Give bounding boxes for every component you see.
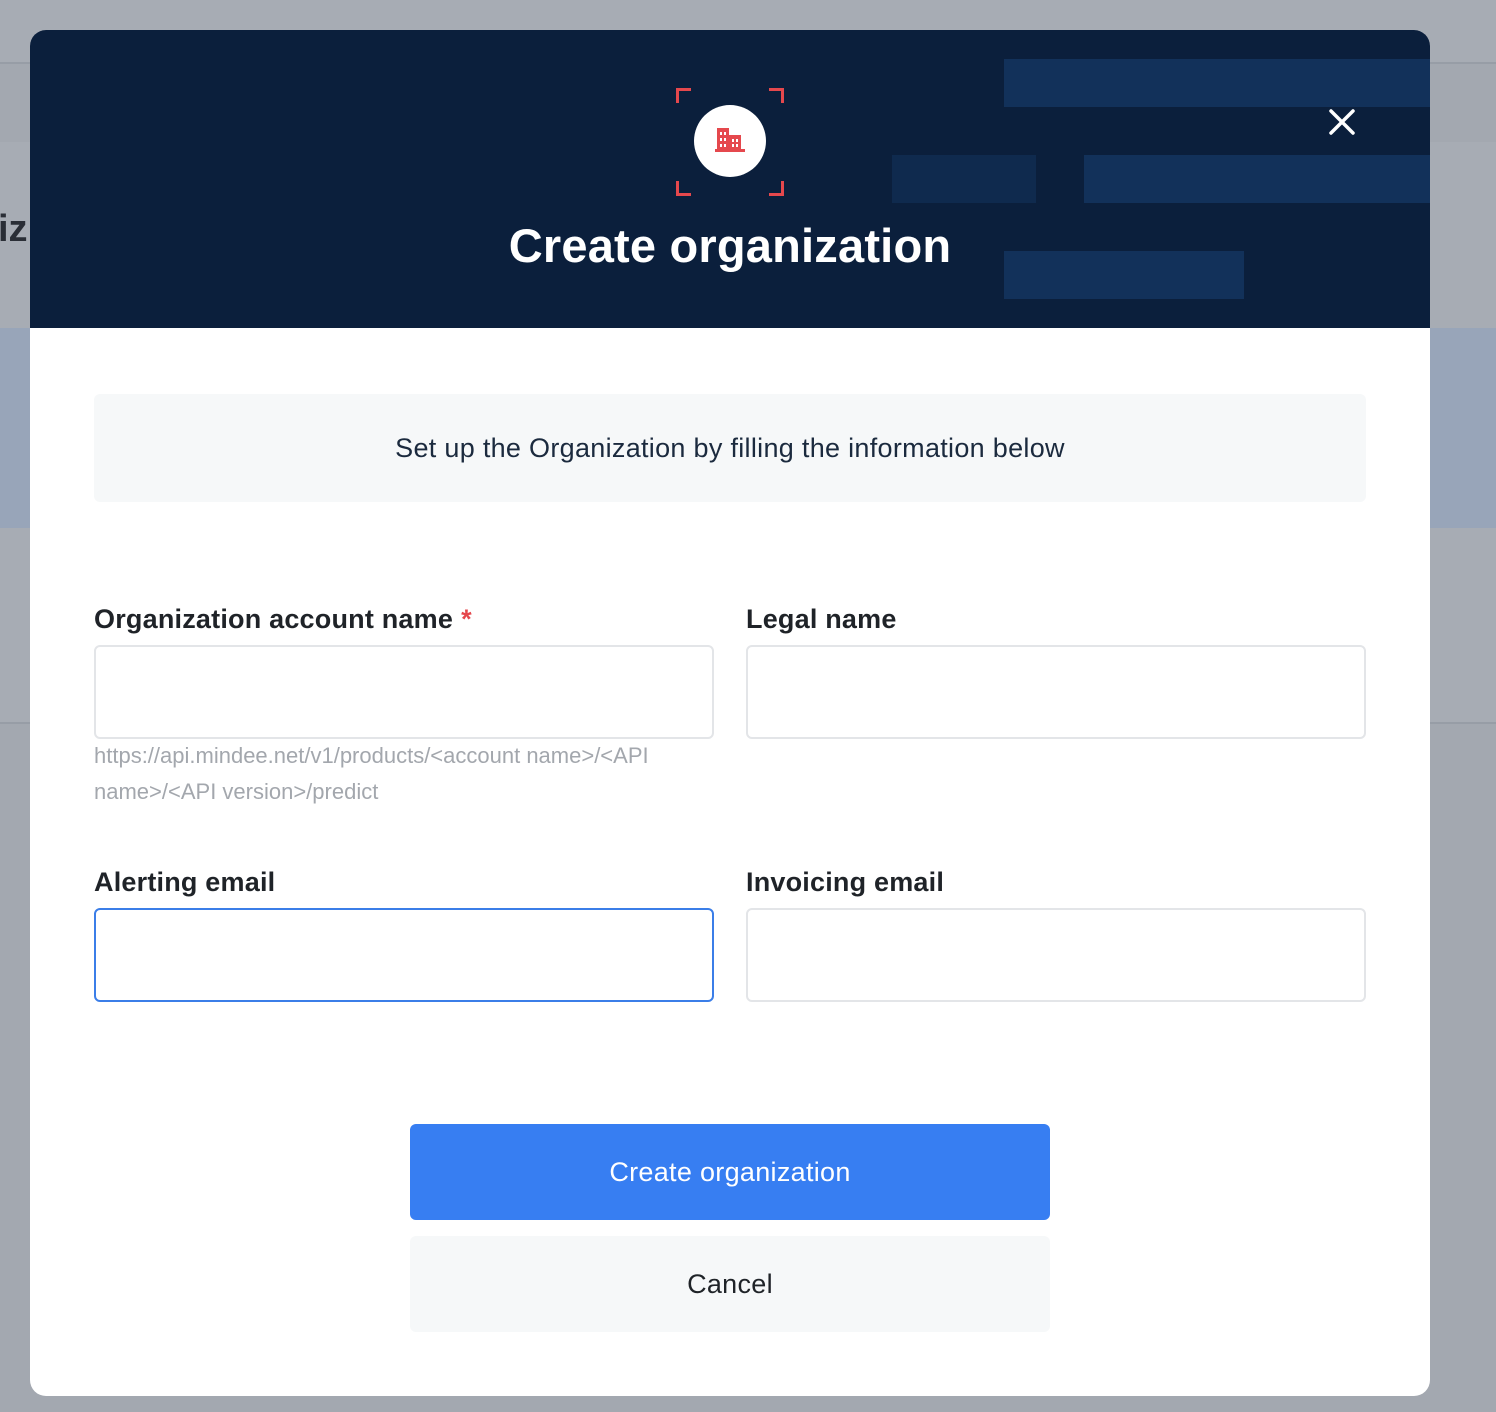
account-name-hint: https://api.mindee.net/v1/products/<acco… <box>94 743 649 804</box>
modal-title: Create organization <box>508 219 952 272</box>
info-text: Set up the Organization by filling the i… <box>395 432 1065 463</box>
header-decoration <box>1084 155 1430 203</box>
close-icon[interactable] <box>1320 109 1364 148</box>
required-marker: * <box>461 604 472 634</box>
invoicing-email-input[interactable] <box>746 908 1366 1002</box>
legal-name-label: Legal name <box>746 604 897 634</box>
background-heading: iz <box>0 208 28 250</box>
focus-corner <box>676 88 691 103</box>
info-banner: Set up the Organization by filling the i… <box>94 394 1366 502</box>
legal-name-input[interactable] <box>746 645 1366 739</box>
header-decoration <box>1004 59 1430 107</box>
account-name-input[interactable] <box>94 645 714 739</box>
header-decoration <box>892 155 1036 203</box>
create-organization-modal: Create organization Set up the Organizat… <box>30 30 1430 1396</box>
invoicing-email-label: Invoicing email <box>746 867 945 897</box>
modal-header: Create organization <box>30 30 1430 328</box>
organization-logo <box>676 88 784 196</box>
create-organization-button[interactable]: Create organization <box>410 1124 1050 1220</box>
close-button[interactable] <box>1320 100 1364 144</box>
logo-circle <box>694 105 766 177</box>
focus-corner <box>769 88 784 103</box>
account-name-label-text: Organization account name <box>94 604 454 634</box>
focus-corner <box>676 181 691 196</box>
focus-corner <box>769 181 784 196</box>
building-icon <box>715 126 745 157</box>
alerting-email-label: Alerting email <box>94 867 276 897</box>
cancel-button[interactable]: Cancel <box>410 1236 1050 1332</box>
alerting-email-input[interactable] <box>94 908 714 1002</box>
account-name-label: Organization account name * <box>94 604 472 635</box>
